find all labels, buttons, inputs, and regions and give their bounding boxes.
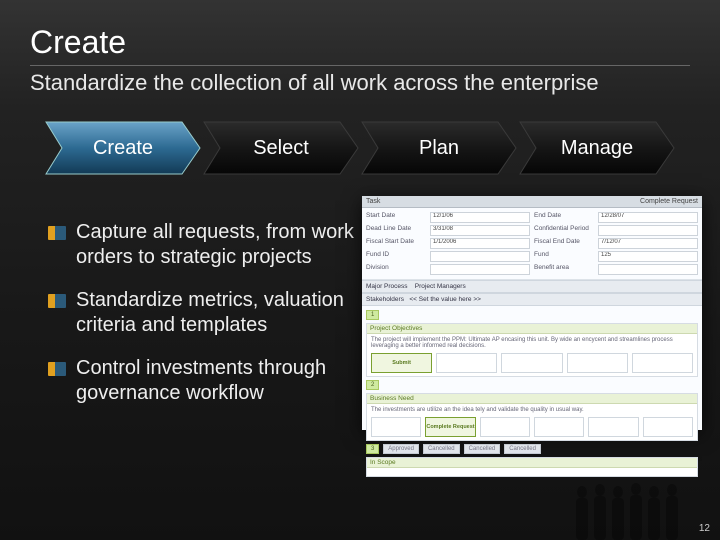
chevron-select: Select <box>202 120 360 176</box>
workflow-boxes: Submit <box>371 353 693 373</box>
bullet-item: Capture all requests, from work orders t… <box>48 220 368 270</box>
line-label: Major Process <box>366 283 408 290</box>
status-tab: Cancelled <box>464 444 501 454</box>
bullet-text: Capture all requests, from work orders t… <box>76 220 368 270</box>
slide: Create Standardize the collection of all… <box>0 0 720 540</box>
chevron-label: Plan <box>419 137 459 160</box>
workflow-box: Submit <box>371 353 432 373</box>
chevron-label: Create <box>93 137 153 160</box>
bullet-icon <box>48 294 66 308</box>
status-tab: Cancelled <box>504 444 541 454</box>
workflow-box <box>643 417 693 437</box>
people-silhouette <box>570 478 690 540</box>
panel-in-scope: In Scope <box>366 457 698 477</box>
line-label: Project Managers <box>415 283 466 290</box>
workflow-box <box>588 417 638 437</box>
stake-value: << Set the value here >> <box>409 296 481 303</box>
workflow-box <box>567 353 628 373</box>
bullet-item: Standardize metrics, valuation criteria … <box>48 288 368 338</box>
bullet-text: Control investments through governance w… <box>76 356 368 406</box>
panel-title: In Scope <box>367 458 697 468</box>
panel-text: The investments are utilize an the idea … <box>371 407 693 413</box>
embedded-screenshot: Task Complete Request Start Date 12/1/06 E… <box>362 196 702 430</box>
chevron-label: Manage <box>561 137 633 160</box>
status-tab: Cancelled <box>423 444 460 454</box>
form-value <box>430 251 530 262</box>
form-value: 12/28/07 <box>598 212 698 223</box>
page-subtitle: Standardize the collection of all work a… <box>30 70 690 96</box>
page-number: 12 <box>699 523 710 534</box>
form-label: Fund <box>534 251 594 262</box>
screenshot-line: Major Process Project Managers <box>362 280 702 293</box>
workflow-box: Complete Request <box>425 417 475 437</box>
tab-3: 3 <box>366 444 379 454</box>
workflow-box <box>501 353 562 373</box>
chevron-label: Select <box>253 137 309 160</box>
form-value: 1/1/2006 <box>430 238 530 249</box>
workflow-box <box>632 353 693 373</box>
panel-business-need: Business Need The investments are utiliz… <box>366 393 698 441</box>
form-value: 12/1/06 <box>430 212 530 223</box>
workflow-box <box>371 417 421 437</box>
form-value <box>598 225 698 236</box>
screenshot-section: 1 Project Objectives The project will im… <box>362 306 702 484</box>
screenshot-header: Task Complete Request <box>362 196 702 208</box>
bullet-list: Capture all requests, from work orders t… <box>48 220 368 424</box>
form-label: Fund ID <box>366 251 426 262</box>
chevron-plan: Plan <box>360 120 518 176</box>
panel-objectives: Project Objectives The project will impl… <box>366 323 698 377</box>
panel-title: Project Objectives <box>367 324 697 334</box>
form-value <box>430 264 530 275</box>
workflow-box <box>534 417 584 437</box>
form-label: Confidential Period <box>534 225 594 236</box>
workflow-box <box>480 417 530 437</box>
form-label: End Date <box>534 212 594 223</box>
screenshot-header-right: Complete Request <box>640 198 698 205</box>
workflow-boxes: Complete Request <box>371 417 693 437</box>
form-label: Fiscal End Date <box>534 238 594 249</box>
form-value: 125 <box>598 251 698 262</box>
screenshot-form-grid: Start Date 12/1/06 End Date 12/28/07 Dead L… <box>362 208 702 280</box>
tab-1: 1 <box>366 310 379 320</box>
process-chevron-row: Create Select Plan Manage <box>44 120 676 176</box>
form-value <box>598 264 698 275</box>
bullet-icon <box>48 226 66 240</box>
bullet-item: Control investments through governance w… <box>48 356 368 406</box>
chevron-create: Create <box>44 120 202 176</box>
chevron-manage: Manage <box>518 120 676 176</box>
form-value: 3/31/08 <box>430 225 530 236</box>
form-value: 7/12/07 <box>598 238 698 249</box>
title-rule <box>30 65 690 66</box>
bullet-text: Standardize metrics, valuation criteria … <box>76 288 368 338</box>
screenshot-header-left: Task <box>366 198 380 205</box>
page-title: Create <box>30 24 690 63</box>
form-label: Division <box>366 264 426 275</box>
form-label: Fiscal Start Date <box>366 238 426 249</box>
tab-2: 2 <box>366 380 379 390</box>
panel-text: The project will implement the PPM: Ulti… <box>371 337 693 349</box>
status-tab: Approved <box>383 444 419 454</box>
form-label: Start Date <box>366 212 426 223</box>
title-block: Create Standardize the collection of all… <box>30 24 690 96</box>
workflow-box <box>436 353 497 373</box>
bullet-icon <box>48 362 66 376</box>
screenshot-stakeholders: Stakeholders << Set the value here >> <box>362 293 702 306</box>
form-label: Benefit area <box>534 264 594 275</box>
form-label: Dead Line Date <box>366 225 426 236</box>
panel-title: Business Need <box>367 394 697 404</box>
